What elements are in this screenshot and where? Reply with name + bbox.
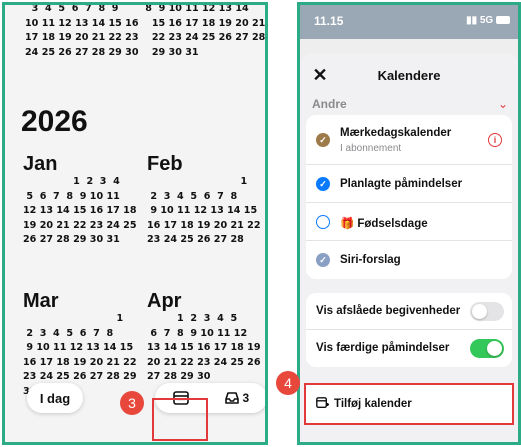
month-name: Feb [147,153,183,175]
month-january[interactable]: Jan 1 2 3 4 5 6 7 8 9 10 11 12 13 14 15 … [23,153,137,248]
month-april[interactable]: Apr 1 2 3 4 5 6 7 8 9 10 11 12 13 14 15 … [147,290,261,385]
section-label-other: Andre [312,97,347,111]
calendar-name: Planlagte påmindelser [340,178,463,190]
status-bar: 11.15 ▮▮ 5G [300,5,518,39]
status-time: 11.15 [314,14,344,28]
network-label: 5G [479,15,494,26]
add-calendar-label: Tilføj kalender [334,398,412,410]
month-name: Apr [147,290,182,312]
week-row: 20 21 22 23 24 25 26 [147,356,261,368]
week-row: 9 10 11 12 13 14 15 [23,342,134,354]
week-row: 3 4 5 6 7 8 9 8 9 10 11 12 13 14 [25,3,249,14]
inbox-button[interactable]: 3 [224,391,249,405]
month-name: Jan [23,153,58,175]
toggle-row-declined-events: Vis afslåede begivenheder [306,293,512,330]
calendar-name: Siri-forslag [340,254,401,266]
network-indicator: ▮▮ 5G [466,15,510,26]
year-calendar-screen: 3 4 5 6 7 8 9 8 9 10 11 12 13 14 10 11 1… [2,2,268,445]
checkmark-circle-icon[interactable]: ✓ [316,177,330,191]
signal-icon: ▮▮ [466,15,478,26]
checkmark-circle-icon[interactable]: ✓ [316,133,330,147]
calendar-row-holidays[interactable]: ✓ Mærkedagskalender I abonnement i [306,115,512,165]
week-row: 17 18 19 20 21 22 23 22 23 24 25 26 27 2… [25,32,266,44]
toggle-label: Vis afslåede begivenheder [316,305,461,317]
week-row: 16 17 18 19 20 21 22 [23,356,137,368]
week-row: 6 7 8 9 10 11 12 [147,327,248,339]
week-row: 24 25 26 27 28 29 30 29 30 31 [25,46,199,58]
week-row: 1 2 3 4 5 [147,313,238,324]
month-february[interactable]: Feb 1 2 3 4 5 6 7 8 9 10 11 12 13 14 15 … [147,153,261,248]
calendar-subtitle: I abonnement [340,143,402,154]
calendar-name-wrap: 🎁 Fødselsdage [340,216,428,230]
checkmark-circle-icon[interactable]: ✓ [316,253,330,267]
week-row: 23 24 25 26 27 28 [147,234,244,246]
week-row: 19 20 21 22 23 24 25 [23,219,137,231]
screenshot-stage: 3 4 5 6 7 8 9 8 9 10 11 12 13 14 10 11 1… [0,0,521,447]
step-badge-3: 3 [120,391,144,415]
info-icon[interactable]: i [488,133,502,147]
gift-icon: 🎁 [340,218,355,230]
week-row: 26 27 28 29 30 31 [23,234,120,246]
sheet-title: Kalendere [377,68,441,83]
week-row: 1 [23,313,124,324]
inbox-count: 3 [242,391,250,405]
calendar-list: ✓ Mærkedagskalender I abonnement i ✓ Pla… [306,115,512,279]
today-label: I dag [39,390,71,406]
calendar-row-scheduled-reminders[interactable]: ✓ Planlagte påmindelser [306,165,512,203]
toggle-knob [472,304,487,319]
add-calendar-icon [316,397,329,412]
week-row: 5 6 7 8 9 10 11 [23,190,120,202]
highlight-calendars-button [152,398,208,441]
chevron-down-icon[interactable]: ⌄ [498,97,508,111]
year-title[interactable]: 2026 [21,105,88,139]
calendar-row-siri-suggestions[interactable]: ✓ Siri-forslag [306,241,512,279]
completed-reminders-toggle[interactable] [470,339,504,358]
week-row: 13 14 15 16 17 18 19 [147,342,261,354]
inbox-tray-icon [225,392,240,404]
step-badge-4: 4 [276,371,300,395]
display-options: Vis afslåede begivenheder Vis færdige på… [306,293,512,367]
calendar-name: Fødselsdage [357,218,428,230]
toggle-label: Vis færdige påmindelser [316,342,450,354]
calendar-name: Mærkedagskalender [340,127,452,139]
week-row: 1 2 3 4 [23,176,120,187]
today-button[interactable]: I dag [27,383,83,413]
toggle-knob [487,341,502,356]
week-row: 2 3 4 5 6 7 8 [147,190,238,202]
previous-year-months: 3 4 5 6 7 8 9 8 9 10 11 12 13 14 10 11 1… [25,3,266,60]
month-name: Mar [23,290,59,312]
week-row: 12 13 14 15 16 17 18 [23,205,137,217]
week-row: 2 3 4 5 6 7 8 [23,327,114,339]
add-calendar-button[interactable]: Tilføj kalender [304,383,514,425]
calendars-sheet-screen: 11.15 ▮▮ 5G ✕ Kalendere Andre ⌄ ✓ Mærked… [297,2,521,445]
sheet-header: ✕ Kalendere [300,53,518,97]
toggle-row-completed-reminders: Vis færdige påmindelser [306,330,512,367]
calendar-row-birthdays[interactable]: 🎁 Fødselsdage [306,203,512,241]
battery-icon [496,16,510,25]
week-row: 16 17 18 19 20 21 22 [147,219,261,231]
empty-circle-icon[interactable] [316,215,330,229]
week-row: 10 11 12 13 14 15 16 15 16 17 18 19 20 2… [25,17,266,29]
declined-events-toggle[interactable] [470,302,504,321]
week-row: 1 [147,176,248,187]
week-row: 9 10 11 12 13 14 15 [147,205,258,217]
